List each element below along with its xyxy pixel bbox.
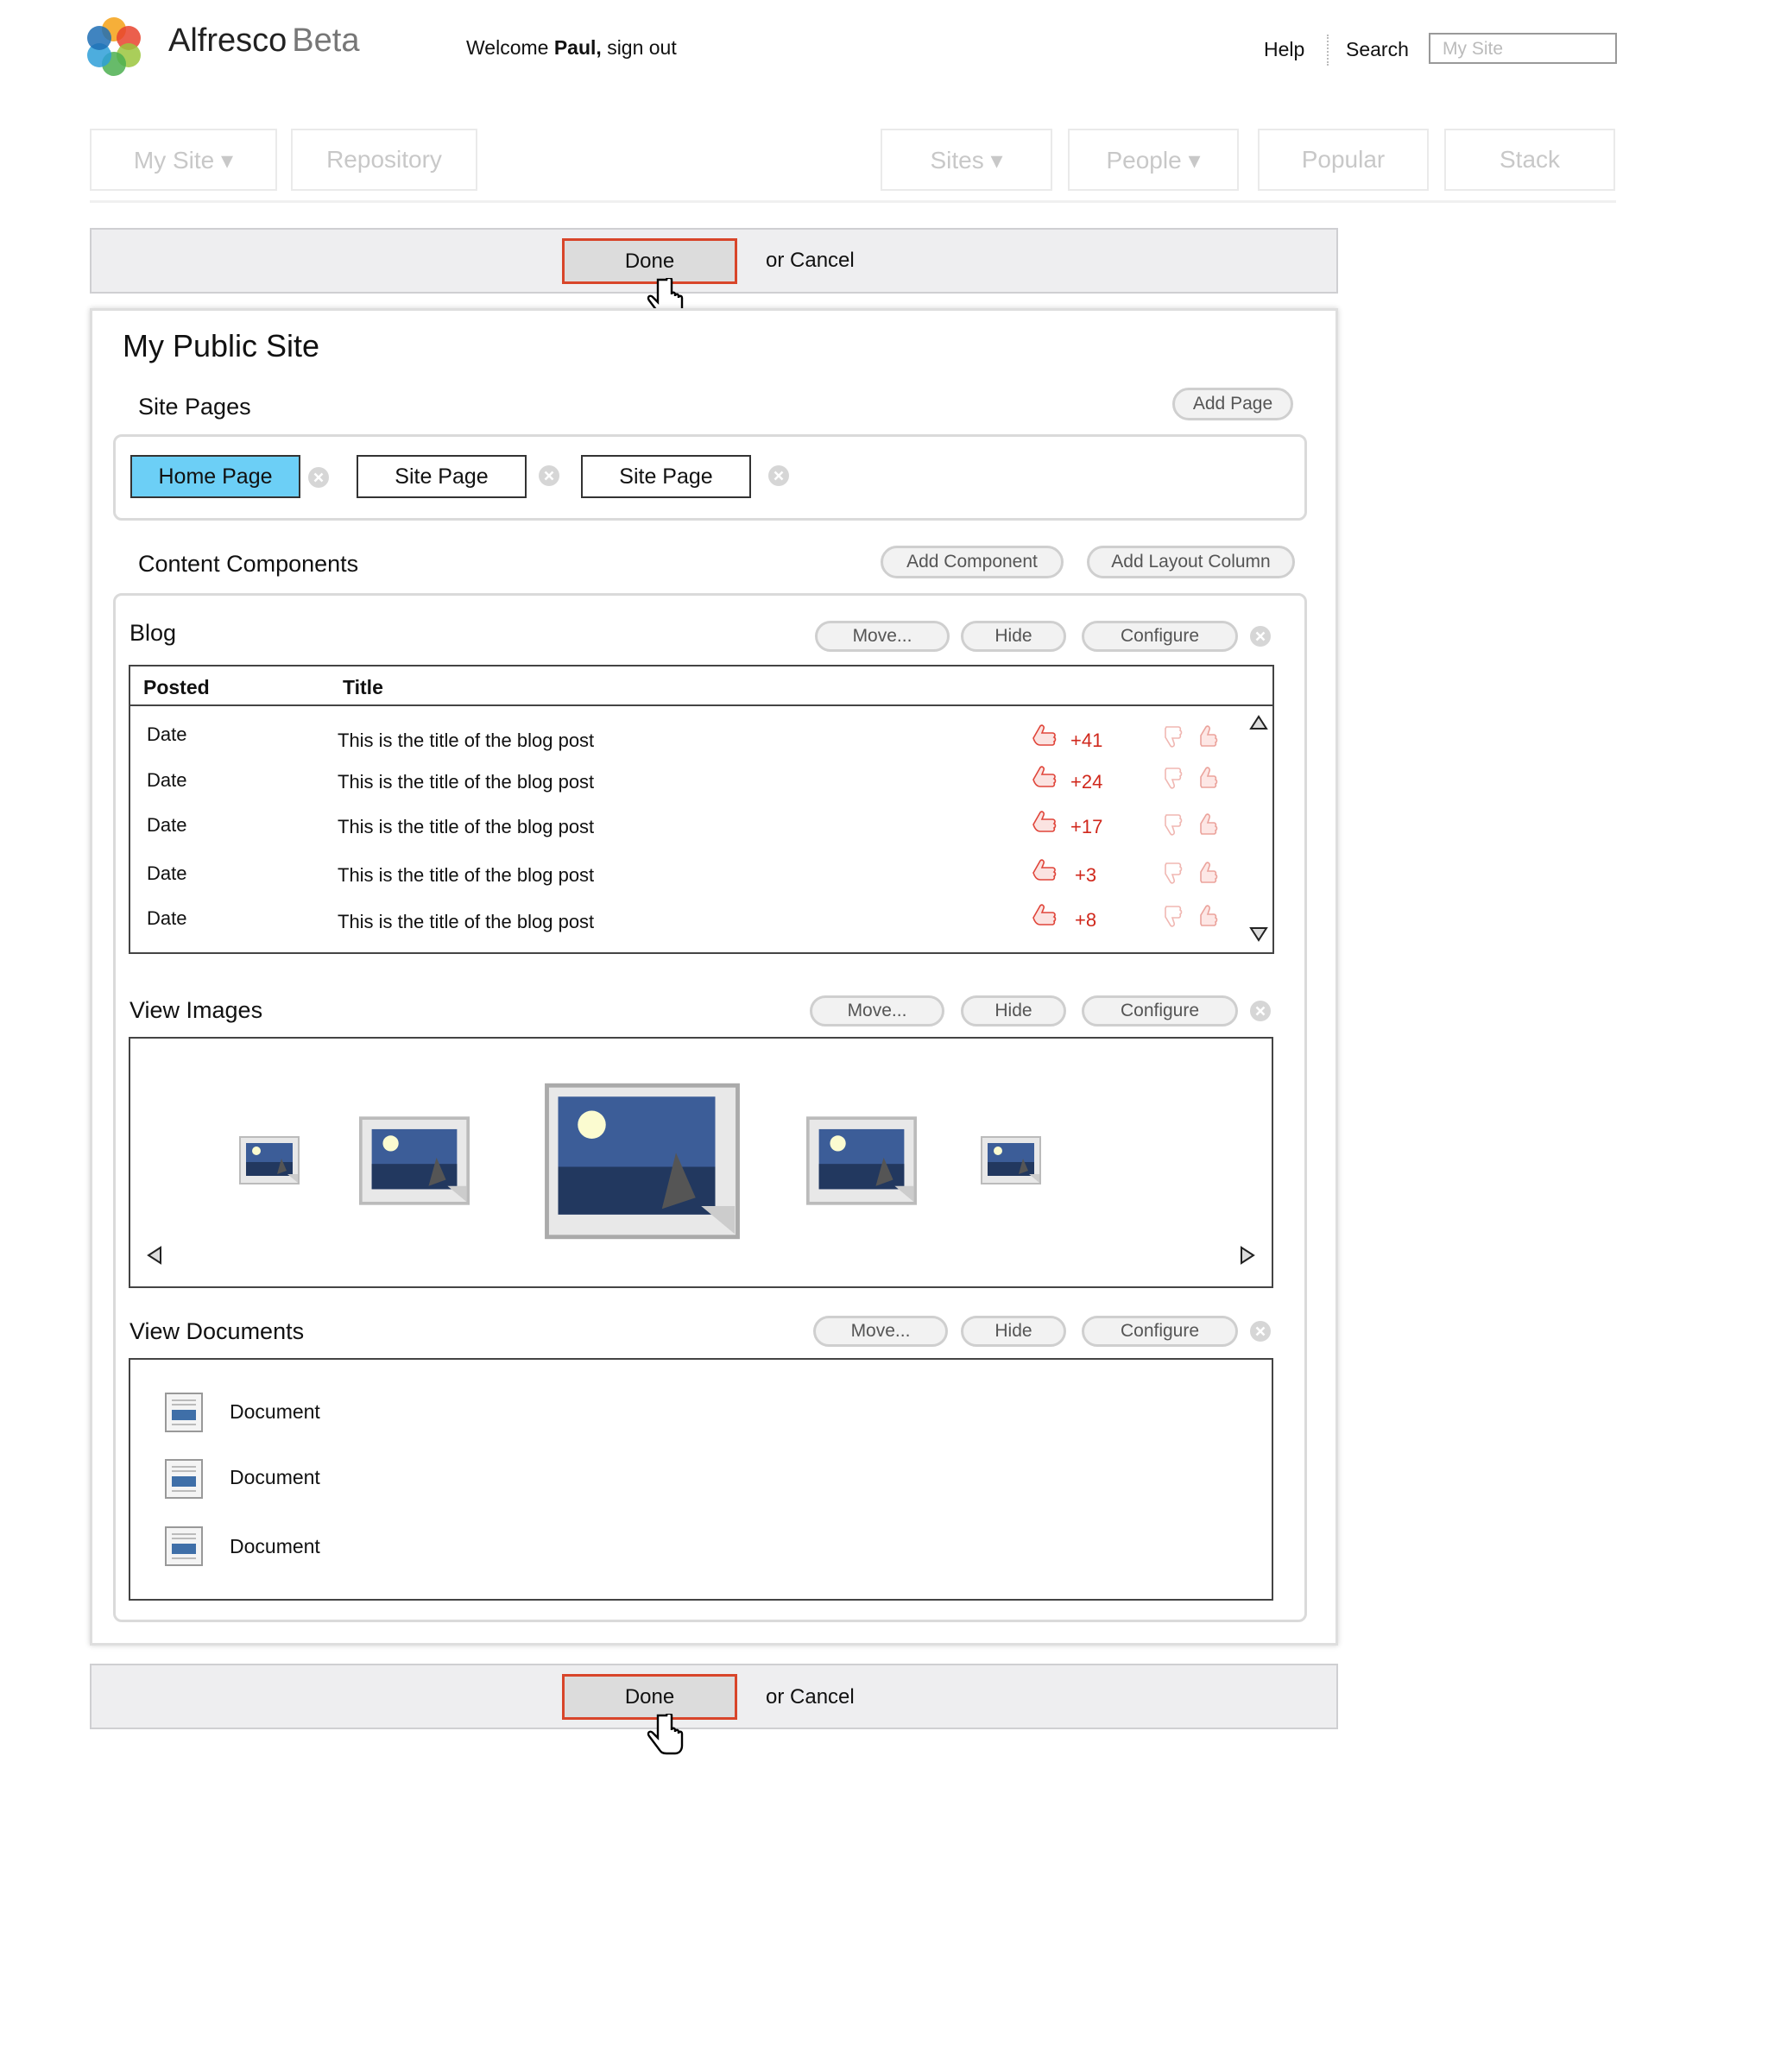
blog-row-date: Date xyxy=(147,769,187,791)
thumbs-up-icon[interactable] xyxy=(1195,858,1221,886)
images-move-button[interactable]: Move... xyxy=(810,995,944,1027)
hand-cursor-icon xyxy=(647,1714,684,1755)
thumbs-up-icon[interactable] xyxy=(1195,810,1221,837)
thumbs-score-icon xyxy=(1032,811,1057,832)
blog-hide-button[interactable]: Hide xyxy=(961,621,1066,652)
nav-sites[interactable]: Sites ▾ xyxy=(881,129,1052,191)
thumbs-up-icon[interactable] xyxy=(1195,901,1221,929)
brand-title: Alfresco Beta xyxy=(168,22,359,60)
nav-my-site[interactable]: My Site ▾ xyxy=(90,129,277,191)
nav-stack[interactable]: Stack xyxy=(1444,129,1615,191)
tab-site-page-1[interactable]: Site Page xyxy=(357,455,527,498)
nav-people[interactable]: People ▾ xyxy=(1068,129,1239,191)
blog-row-title[interactable]: This is the title of the blog post xyxy=(338,816,594,838)
thumbs-score-icon xyxy=(1032,766,1057,787)
thumbs-score-icon xyxy=(1032,859,1057,881)
page-title: My Public Site xyxy=(123,328,320,363)
blog-configure-button[interactable]: Configure xyxy=(1082,621,1238,652)
thumbs-down-icon[interactable] xyxy=(1159,860,1185,888)
header-divider xyxy=(1327,35,1329,66)
nav-divider xyxy=(90,200,1616,203)
add-layout-column-button[interactable]: Add Layout Column xyxy=(1087,546,1295,578)
scroll-up-arrow-icon[interactable] xyxy=(1249,715,1268,730)
blog-row-date: Date xyxy=(147,814,187,836)
image-thumbnail-icon[interactable] xyxy=(359,1116,470,1205)
brand-name: Alfresco xyxy=(168,22,287,59)
search-link[interactable]: Search xyxy=(1346,38,1409,61)
thumbs-score-icon xyxy=(1032,904,1057,925)
blog-table xyxy=(129,665,1274,954)
welcome-message: Welcome Paul, sign out xyxy=(466,36,677,60)
blog-row-score: +41 xyxy=(1070,730,1103,751)
document-icon xyxy=(165,1393,203,1432)
thumbs-down-icon[interactable] xyxy=(1159,723,1185,751)
blog-row-date: Date xyxy=(147,862,187,884)
tab-site-page-2[interactable]: Site Page xyxy=(581,455,751,498)
image-thumbnail-icon[interactable] xyxy=(806,1116,917,1205)
thumbs-down-icon[interactable] xyxy=(1159,903,1185,931)
images-hide-button[interactable]: Hide xyxy=(961,995,1066,1027)
brand-suffix: Beta xyxy=(292,22,360,59)
document-item[interactable]: Document xyxy=(230,1535,320,1558)
tab-home-page[interactable]: Home Page xyxy=(130,455,300,498)
nav-popular[interactable]: Popular xyxy=(1258,129,1429,191)
blog-row-score: +3 xyxy=(1075,864,1097,886)
carousel-prev-arrow-icon[interactable] xyxy=(147,1246,162,1265)
image-thumbnail-icon[interactable] xyxy=(239,1136,300,1184)
view-images-title: View Images xyxy=(129,997,263,1023)
column-header-posted: Posted xyxy=(143,676,210,698)
image-thumbnail-icon[interactable] xyxy=(981,1136,1041,1184)
remove-component-icon[interactable] xyxy=(1249,1000,1272,1022)
documents-move-button[interactable]: Move... xyxy=(813,1316,948,1347)
remove-component-icon[interactable] xyxy=(1249,625,1272,648)
document-item[interactable]: Document xyxy=(230,1466,320,1489)
scroll-down-arrow-icon[interactable] xyxy=(1249,926,1268,942)
blog-row-title[interactable]: This is the title of the blog post xyxy=(338,911,594,933)
blog-move-button[interactable]: Move... xyxy=(815,621,950,652)
thumbs-down-icon[interactable] xyxy=(1159,765,1185,793)
close-tab-icon[interactable] xyxy=(538,464,560,487)
thumbs-score-icon xyxy=(1032,724,1057,746)
thumbs-up-icon[interactable] xyxy=(1195,763,1221,791)
blog-table-header-divider xyxy=(129,704,1274,706)
sign-out-link[interactable]: sign out xyxy=(607,36,677,59)
blog-title: Blog xyxy=(129,620,177,646)
document-icon xyxy=(165,1526,203,1566)
cancel-link-top[interactable]: or Cancel xyxy=(766,249,855,273)
search-input[interactable]: My Site xyxy=(1429,33,1617,64)
blog-row-title[interactable]: This is the title of the blog post xyxy=(338,730,594,752)
add-page-button[interactable]: Add Page xyxy=(1172,388,1293,420)
view-documents-title: View Documents xyxy=(129,1318,305,1344)
close-tab-icon[interactable] xyxy=(767,464,790,487)
alfresco-logo-icon xyxy=(87,17,141,76)
add-component-button[interactable]: Add Component xyxy=(881,546,1064,578)
blog-row-score: +17 xyxy=(1070,816,1103,837)
user-name: Paul, xyxy=(553,36,602,59)
blog-row-date: Date xyxy=(147,723,187,745)
close-tab-icon[interactable] xyxy=(307,466,330,489)
document-icon xyxy=(165,1459,203,1499)
thumbs-up-icon[interactable] xyxy=(1195,722,1221,749)
nav-repository[interactable]: Repository xyxy=(291,129,477,191)
blog-row-title[interactable]: This is the title of the blog post xyxy=(338,771,594,793)
help-link[interactable]: Help xyxy=(1264,38,1304,61)
images-configure-button[interactable]: Configure xyxy=(1082,995,1238,1027)
site-pages-label: Site Pages xyxy=(138,394,251,420)
image-thumbnail-selected-icon[interactable] xyxy=(544,1083,741,1240)
column-header-title: Title xyxy=(343,676,383,698)
document-item[interactable]: Document xyxy=(230,1400,320,1424)
blog-row-score: +8 xyxy=(1075,909,1097,931)
documents-hide-button[interactable]: Hide xyxy=(961,1316,1066,1347)
blog-row-date: Date xyxy=(147,907,187,929)
carousel-next-arrow-icon[interactable] xyxy=(1240,1246,1255,1265)
thumbs-down-icon[interactable] xyxy=(1159,812,1185,839)
remove-component-icon[interactable] xyxy=(1249,1320,1272,1342)
cancel-link-bottom[interactable]: or Cancel xyxy=(766,1685,855,1709)
welcome-prefix: Welcome xyxy=(466,36,549,59)
blog-row-score: +24 xyxy=(1070,771,1103,793)
content-components-label: Content Components xyxy=(138,551,359,577)
blog-row-title[interactable]: This is the title of the blog post xyxy=(338,864,594,887)
documents-configure-button[interactable]: Configure xyxy=(1082,1316,1238,1347)
